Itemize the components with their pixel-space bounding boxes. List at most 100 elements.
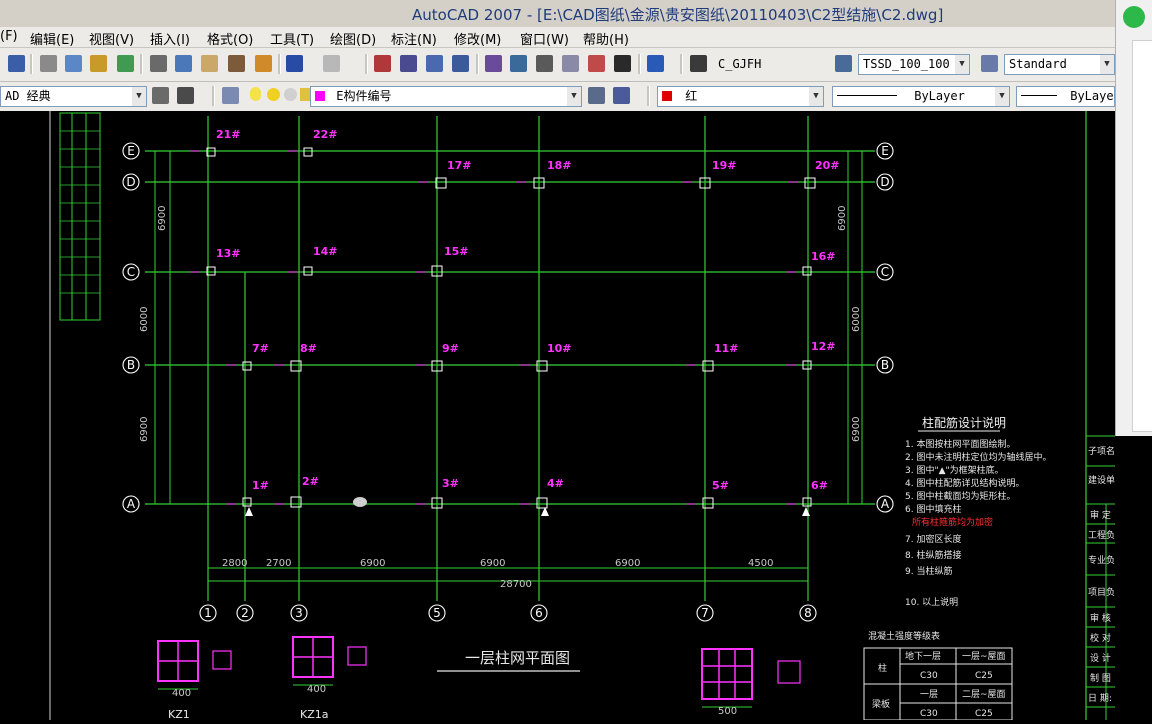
text-style-icon[interactable] [690, 55, 707, 72]
workspace-settings-icon[interactable] [152, 87, 169, 104]
column-markers [190, 150, 798, 505]
save-icon[interactable] [8, 55, 25, 72]
title-block-label: 审 定 [1090, 509, 1111, 521]
right-strip-dark [1115, 436, 1152, 720]
column-label: 5# [712, 479, 729, 492]
linetype-dropdown[interactable]: ByLayer ▼ [832, 86, 1010, 107]
legend-box [59, 112, 101, 321]
red-swatch [662, 91, 672, 101]
title-bar: AutoCAD 2007 - [E:\CAD图纸\金源\贵安图纸\2011040… [0, 0, 1152, 27]
markup-icon[interactable] [588, 55, 605, 72]
redo-icon[interactable] [323, 55, 340, 72]
menu-window[interactable]: 窗口(W) [520, 29, 569, 48]
side-panel-content[interactable] [1132, 40, 1152, 432]
title-block-label: 项目负责人 [1088, 586, 1115, 598]
menu-insert[interactable]: 插入(I) [150, 29, 190, 48]
freeze-icon[interactable] [284, 88, 297, 101]
sun-icon[interactable] [267, 88, 280, 101]
column-label: 13# [216, 247, 241, 260]
menu-help[interactable]: 帮助(H) [583, 29, 629, 48]
menu-edit[interactable]: 编辑(E) [30, 29, 74, 48]
menu-format[interactable]: 格式(O) [207, 29, 253, 48]
make-layer-current-icon[interactable] [588, 87, 605, 104]
layer-dropdown[interactable]: E构件编号 ▼ [310, 86, 582, 107]
table-cell: C30 [920, 709, 938, 719]
dim-style-icon[interactable] [835, 55, 852, 72]
note-line: 8. 柱纵筋搭接 [905, 549, 961, 561]
chevron-down-icon: ▼ [132, 87, 146, 106]
table-title: 混凝土强度等级表 [868, 630, 940, 642]
color-dropdown[interactable]: 红 ▼ [657, 86, 824, 107]
menu-modify[interactable]: 修改(M) [454, 29, 501, 48]
note-line: 9. 当柱纵筋 [905, 565, 952, 577]
layer-manager-icon[interactable] [222, 87, 239, 104]
print-icon[interactable] [40, 55, 57, 72]
table-style-dropdown[interactable]: Standard ▼ [1004, 54, 1115, 75]
row-bubble-b: B [127, 358, 135, 372]
row-bubble-a-right: A [881, 497, 890, 511]
workspace-dropdown[interactable]: AD 经典 ▼ [0, 86, 147, 107]
dim-style-dropdown[interactable]: TSSD_100_100 ▼ [858, 54, 970, 75]
dim-bottom-5: 6900 [615, 558, 640, 569]
copy-icon[interactable] [175, 55, 192, 72]
chevron-down-icon: ▼ [995, 87, 1009, 106]
plot-preview-icon[interactable] [65, 55, 82, 72]
text-style-value[interactable]: C_GJFH [718, 57, 761, 71]
window-title: AutoCAD 2007 - [E:\CAD图纸\金源\贵安图纸\2011040… [412, 6, 944, 24]
match-properties-icon[interactable] [228, 55, 245, 72]
dim-total: 28700 [500, 579, 532, 590]
table-header: 一层~屋面 [962, 651, 1006, 662]
pan-icon[interactable] [374, 55, 391, 72]
calculator-icon[interactable] [614, 55, 631, 72]
toolbar-separator [30, 54, 33, 74]
block-editor-icon[interactable] [255, 55, 272, 72]
zoom-realtime-icon[interactable] [400, 55, 417, 72]
sheet-set-icon[interactable] [562, 55, 579, 72]
menu-file[interactable]: (F) [0, 29, 18, 44]
layers-toolbar: AD 经典 ▼ E构件编号 ▼ 红 ▼ ByLayer ▼ ByLayer [0, 82, 1115, 112]
lightbulb-icon[interactable] [250, 87, 261, 101]
globe-icon[interactable] [117, 55, 134, 72]
table-cell: 梁板 [872, 698, 890, 710]
dim-texts-bottom: 2800 2700 6900 6900 6900 4500 28700 [222, 558, 773, 590]
dim-right-3: 6900 [837, 206, 848, 231]
menu-tools[interactable]: 工具(T) [270, 29, 314, 48]
toolbar-separator [140, 54, 143, 74]
column-label: 12# [811, 340, 836, 353]
toolbar-separator [638, 54, 641, 74]
detail-label-kz1a: KZ1a [300, 708, 329, 720]
col-bubble-2: 2 [241, 606, 249, 620]
zoom-previous-icon[interactable] [452, 55, 469, 72]
row-bubble-b-right: B [881, 358, 889, 372]
dim-texts-left: 6000 6900 6900 [139, 206, 168, 442]
menu-draw[interactable]: 绘图(D) [330, 29, 376, 48]
layer-color-swatch [315, 91, 325, 101]
publish-icon[interactable] [90, 55, 107, 72]
undo-icon[interactable] [286, 55, 303, 72]
table-cell: C25 [975, 671, 993, 681]
help-icon[interactable] [647, 55, 664, 72]
menu-bar: (F) 编辑(E) 视图(V) 插入(I) 格式(O) 工具(T) 绘图(D) … [0, 27, 1115, 48]
column-labels: 21# 22# 17# 18# 19# 20# 13# 14# 15# 16# … [216, 128, 840, 492]
crosshair-cursor [353, 497, 367, 507]
properties-icon[interactable] [485, 55, 502, 72]
workspace-save-icon[interactable] [177, 87, 194, 104]
zoom-window-icon[interactable] [426, 55, 443, 72]
paste-icon[interactable] [201, 55, 218, 72]
table-style-icon[interactable] [981, 55, 998, 72]
menu-dimension[interactable]: 标注(N) [391, 29, 437, 48]
lineweight-value: ByLayer [1070, 89, 1114, 103]
dim-left-2: 6900 [139, 417, 150, 442]
tool-palettes-icon[interactable] [536, 55, 553, 72]
cut-icon[interactable] [150, 55, 167, 72]
layer-previous-icon[interactable] [613, 87, 630, 104]
drawing-canvas[interactable]: 6000 6900 6900 6000 6900 6900 2800 2700 … [0, 111, 1133, 721]
chevron-down-icon: ▼ [1100, 55, 1114, 74]
color-value: 红 [685, 89, 698, 103]
menu-view[interactable]: 视图(V) [89, 29, 134, 48]
lineweight-dropdown[interactable]: ByLayer [1016, 86, 1115, 107]
lock-icon[interactable] [300, 88, 310, 101]
design-center-icon[interactable] [510, 55, 527, 72]
column-label: 9# [442, 342, 459, 355]
note-line: 4. 图中柱配筋详见结构说明。 [905, 477, 1024, 489]
